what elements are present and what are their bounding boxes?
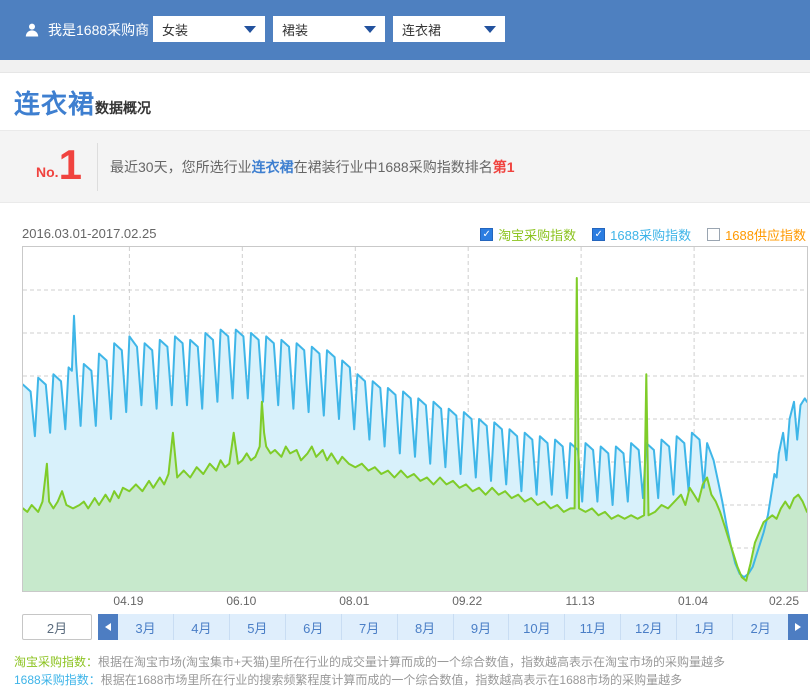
legend-item-2[interactable]: ✓ 1688采购指数: [592, 225, 691, 244]
chart-date-range: 2016.03.01-2017.02.25: [22, 226, 156, 241]
chevron-down-icon: [484, 26, 496, 33]
month-tab[interactable]: 12月: [620, 614, 676, 640]
month-tab[interactable]: 5月: [229, 614, 285, 640]
banner-text-prefix: 最近30天，您所选行业: [110, 157, 252, 177]
legend-label: 1688采购指数: [610, 225, 691, 244]
x-tick-label: 01.04: [671, 594, 715, 608]
user-label: 我是1688采购商: [48, 20, 149, 40]
chevron-down-icon: [244, 26, 256, 33]
legend-label: 淘宝采购指数: [498, 225, 576, 244]
month-tab[interactable]: 4月: [173, 614, 229, 640]
x-tick-label: 08.01: [332, 594, 376, 608]
footnotes: 淘宝采购指数：根据在淘宝市场(淘宝集市+天猫)里所在行业的成交量计算而成的一个综…: [14, 653, 725, 689]
rank-number: 1: [59, 143, 82, 187]
category-dropdown-3[interactable]: 连衣裙: [393, 16, 505, 42]
legend-item-1[interactable]: ✓ 淘宝采购指数: [480, 225, 576, 244]
chart-legend: ✓ 淘宝采购指数 ✓ 1688采购指数 1688供应指数: [480, 225, 806, 244]
left-arrow-icon: [105, 623, 111, 631]
month-tabs: 3月4月5月6月7月8月9月10月11月12月1月2月: [118, 614, 788, 640]
month-tab[interactable]: 3月: [118, 614, 173, 640]
category-dropdown-1[interactable]: 女装: [153, 16, 265, 42]
month-tab[interactable]: 8月: [397, 614, 453, 640]
rank-badge: No. 1: [36, 143, 82, 187]
footnote-text: 根据在1688市场里所在行业的搜索频繁程度计算而成的一个综合数值，指数越高表示在…: [101, 673, 682, 687]
month-tab[interactable]: 9月: [453, 614, 509, 640]
month-tab[interactable]: 11月: [564, 614, 620, 640]
index-chart-svg: [23, 247, 807, 591]
x-tick-label: 02.25: [762, 594, 806, 608]
banner-rank-text: 第1: [493, 157, 515, 177]
x-tick-label: 04.19: [106, 594, 150, 608]
footnote-2: 1688采购指数：根据在1688市场里所在行业的搜索频繁程度计算而成的一个综合数…: [14, 671, 725, 689]
dropdown-value: 女装: [162, 20, 188, 39]
dropdown-value: 裙装: [282, 20, 308, 39]
page-title: 连衣裙 数据概况: [14, 84, 151, 121]
footnote-1: 淘宝采购指数：根据在淘宝市场(淘宝集市+天猫)里所在行业的成交量计算而成的一个综…: [14, 653, 725, 671]
month-tab[interactable]: 7月: [341, 614, 397, 640]
user-icon: [24, 22, 40, 38]
dropdown-value: 连衣裙: [402, 20, 441, 39]
footnote-text: 根据在淘宝市场(淘宝集市+天猫)里所在行业的成交量计算而成的一个综合数值，指数越…: [98, 655, 725, 669]
legend-label: 1688供应指数: [725, 225, 806, 244]
prev-month-button[interactable]: [98, 614, 118, 640]
user-menu[interactable]: 我是1688采购商: [24, 20, 169, 40]
x-tick-label: 09.22: [445, 594, 489, 608]
current-month-box[interactable]: 2月: [22, 614, 92, 640]
page-title-suffix: 数据概况: [95, 98, 151, 118]
rank-prefix: No.: [36, 164, 59, 180]
chevron-down-icon: [364, 26, 376, 33]
top-header-bar: 我是1688采购商 女装 裙装 连衣裙: [0, 0, 810, 60]
index-chart[interactable]: [22, 246, 808, 592]
footnote-label: 1688采购指数：: [14, 673, 101, 687]
page-title-keyword: 连衣裙: [14, 84, 95, 121]
banner-text-middle: 在裙装行业中1688采购指数排名: [294, 157, 493, 177]
banner-divider: [97, 143, 98, 191]
month-tab[interactable]: 10月: [508, 614, 564, 640]
month-tab[interactable]: 6月: [285, 614, 341, 640]
banner-keyword[interactable]: 连衣裙: [252, 157, 294, 177]
legend-item-3[interactable]: 1688供应指数: [707, 225, 806, 244]
x-tick-label: 06.10: [219, 594, 263, 608]
month-tab[interactable]: 1月: [676, 614, 732, 640]
next-month-button[interactable]: [788, 614, 808, 640]
footnote-label: 淘宝采购指数：: [14, 655, 98, 669]
right-arrow-icon: [795, 623, 801, 631]
checked-checkbox-icon[interactable]: ✓: [480, 228, 493, 241]
unchecked-checkbox-icon[interactable]: [707, 228, 720, 241]
ranking-banner: No. 1 最近30天，您所选行业连衣裙在裙装行业中1688采购指数排名第1: [0, 130, 810, 203]
month-slider: 2月 3月4月5月6月7月8月9月10月11月12月1月2月: [22, 614, 808, 640]
month-tab[interactable]: 2月: [732, 614, 788, 640]
x-tick-label: 11.13: [558, 594, 602, 608]
header-sub-strip: [0, 60, 810, 73]
banner-text: 最近30天，您所选行业连衣裙在裙装行业中1688采购指数排名第1: [110, 131, 515, 202]
category-dropdown-2[interactable]: 裙装: [273, 16, 385, 42]
checked-checkbox-icon[interactable]: ✓: [592, 228, 605, 241]
